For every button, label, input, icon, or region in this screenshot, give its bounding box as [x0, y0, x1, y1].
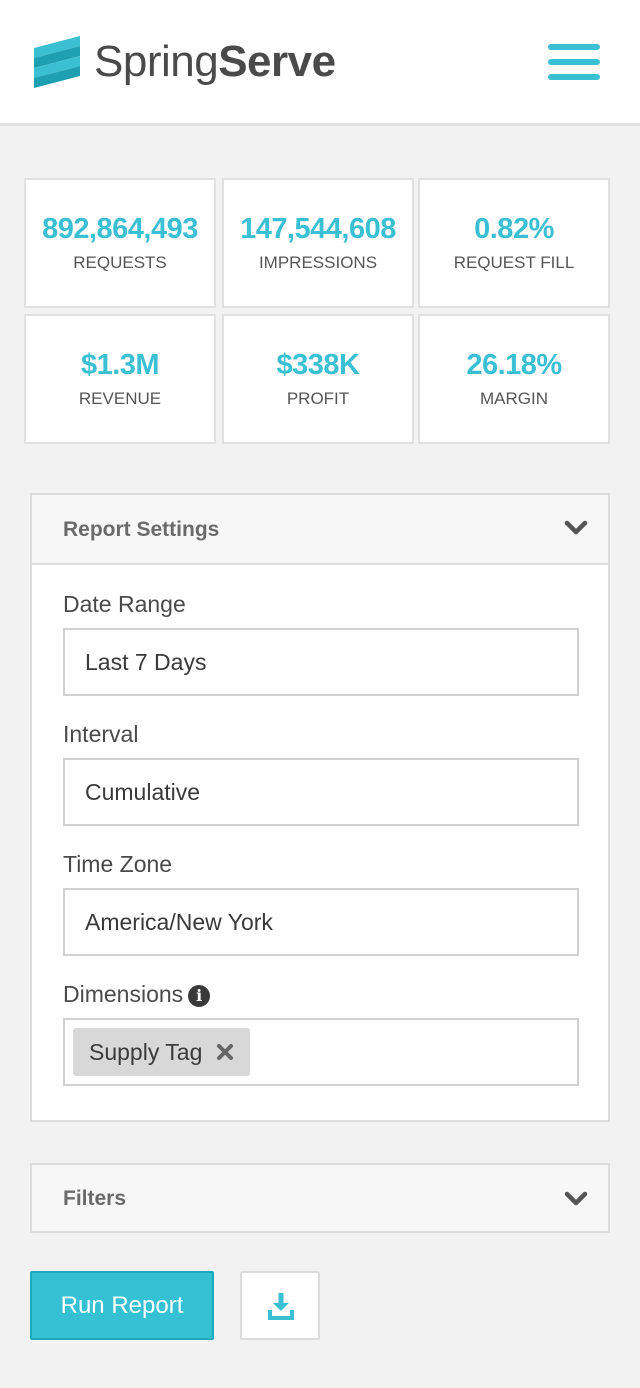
interval-select[interactable]: Cumulative	[63, 758, 579, 826]
stat-value: 892,864,493	[42, 213, 198, 245]
report-settings-header[interactable]: Report Settings	[32, 495, 608, 565]
brand-name: SpringServe	[94, 37, 336, 86]
filters-panel: Filters	[30, 1163, 610, 1233]
springserve-logo-icon	[34, 36, 80, 88]
chevron-down-icon[interactable]	[564, 1191, 588, 1207]
hamburger-menu-icon[interactable]	[548, 44, 600, 82]
report-settings-panel: Report Settings Date Range Last 7 Days I…	[30, 493, 610, 1122]
download-button[interactable]	[240, 1271, 320, 1340]
brand-logo[interactable]: SpringServe	[30, 34, 336, 90]
stat-value: 147,544,608	[240, 213, 396, 245]
stat-value: 0.82%	[474, 213, 554, 245]
time-zone-label: Time Zone	[63, 851, 173, 877]
report-settings-title: Report Settings	[63, 518, 220, 541]
dimension-tag-label: Supply Tag	[89, 1039, 203, 1065]
app-header: SpringServe	[0, 0, 640, 126]
stat-impressions: 147,544,608 IMPRESSIONS	[222, 178, 414, 308]
dimensions-label-text: Dimensions	[63, 981, 184, 1007]
dimension-tag: Supply Tag	[73, 1028, 251, 1076]
date-range-label: Date Range	[63, 591, 186, 617]
chevron-down-icon[interactable]	[564, 520, 588, 536]
stat-request-fill: 0.82% REQUEST FILL	[418, 178, 610, 308]
stat-label: REQUEST FILL	[453, 253, 575, 272]
stat-profit: $338K PROFIT	[222, 314, 414, 444]
stat-label: REQUESTS	[73, 253, 167, 272]
run-report-button[interactable]: Run Report	[30, 1271, 214, 1340]
info-icon[interactable]: i	[188, 985, 211, 1007]
interval-label: Interval	[63, 721, 139, 747]
stat-value: $1.3M	[80, 349, 160, 381]
stat-label: MARGIN	[480, 389, 548, 408]
stat-label: IMPRESSIONS	[258, 253, 378, 272]
stat-margin: 26.18% MARGIN	[418, 314, 610, 444]
stat-requests: 892,864,493 REQUESTS	[24, 178, 216, 308]
filters-title: Filters	[63, 1187, 127, 1210]
filters-header[interactable]: Filters	[32, 1165, 608, 1231]
dimensions-multiselect[interactable]: Supply Tag	[63, 1018, 579, 1086]
stat-label: PROFIT	[286, 389, 350, 408]
time-zone-select[interactable]: America/New York	[63, 888, 579, 956]
stat-value: $338K	[276, 349, 360, 381]
stat-value: 26.18%	[466, 349, 562, 381]
download-icon	[268, 1293, 294, 1320]
dimensions-label: Dimensions i	[63, 979, 211, 1009]
stat-label: REVENUE	[78, 389, 162, 408]
stat-revenue: $1.3M REVENUE	[24, 314, 216, 444]
remove-tag-icon[interactable]	[216, 1043, 234, 1061]
date-range-select[interactable]: Last 7 Days	[63, 628, 579, 696]
